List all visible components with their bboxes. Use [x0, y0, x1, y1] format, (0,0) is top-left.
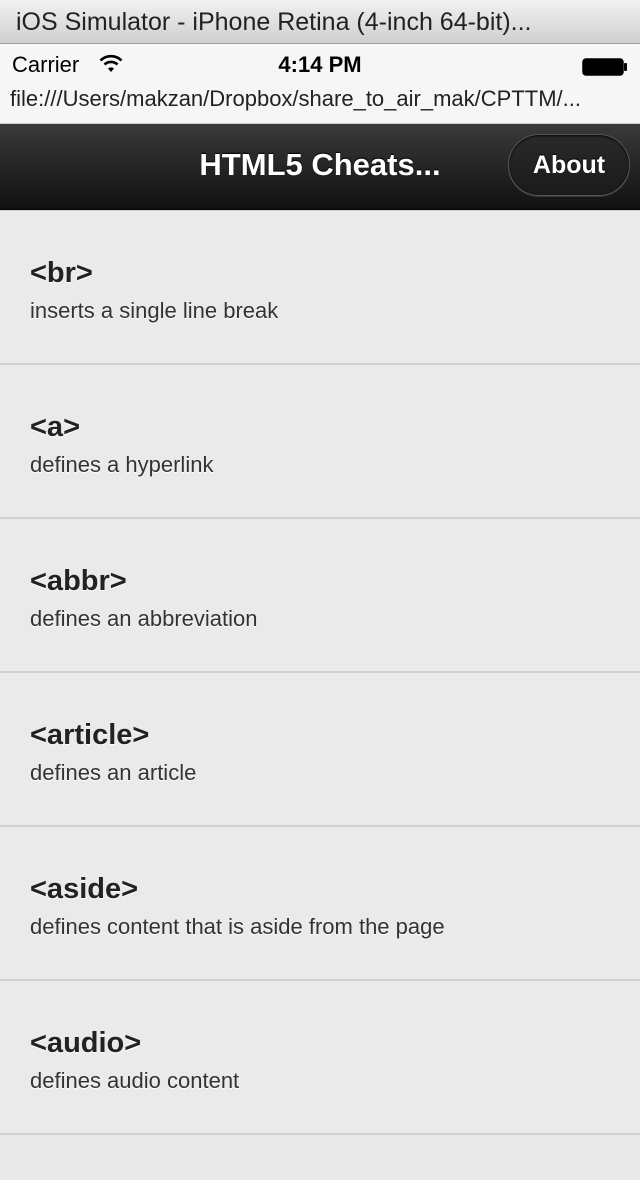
item-tag: <br> [30, 257, 93, 289]
list-item[interactable]: <aside> defines content that is aside fr… [0, 827, 640, 981]
url-bar[interactable]: file:///Users/makzan/Dropbox/share_to_ai… [0, 84, 640, 124]
about-button[interactable]: About [508, 134, 630, 196]
app-header: HTML5 Cheats... About [0, 124, 640, 210]
tag-list: <br> inserts a single line break <a> def… [0, 210, 640, 1135]
url-text: file:///Users/makzan/Dropbox/share_to_ai… [10, 86, 581, 111]
item-description: defines content that is aside from the p… [30, 914, 445, 939]
window-title: iOS Simulator - iPhone Retina (4-inch 64… [16, 8, 532, 36]
item-tag: <audio> [30, 1027, 142, 1059]
item-tag: <abbr> [30, 565, 127, 597]
list-item[interactable]: <a> defines a hyperlink [0, 365, 640, 519]
list-item[interactable]: <audio> defines audio content [0, 981, 640, 1135]
status-bar: Carrier 4:14 PM [0, 44, 640, 84]
battery-icon [582, 58, 627, 76]
item-tag: <article> [30, 719, 150, 751]
item-description: defines audio content [30, 1068, 240, 1093]
list-item[interactable]: <abbr> defines an abbreviation [0, 519, 640, 673]
status-time: 4:14 PM [278, 52, 362, 77]
list-item[interactable]: <br> inserts a single line break [0, 211, 640, 365]
item-description: defines a hyperlink [30, 452, 214, 477]
window-title-bar: iOS Simulator - iPhone Retina (4-inch 64… [0, 0, 640, 44]
list-item[interactable]: <article> defines an article [0, 673, 640, 827]
item-tag: <a> [30, 411, 80, 443]
item-description: defines an article [30, 760, 197, 785]
item-tag: <aside> [30, 873, 139, 905]
item-description: inserts a single line break [30, 298, 279, 323]
item-description: defines an abbreviation [30, 606, 258, 631]
